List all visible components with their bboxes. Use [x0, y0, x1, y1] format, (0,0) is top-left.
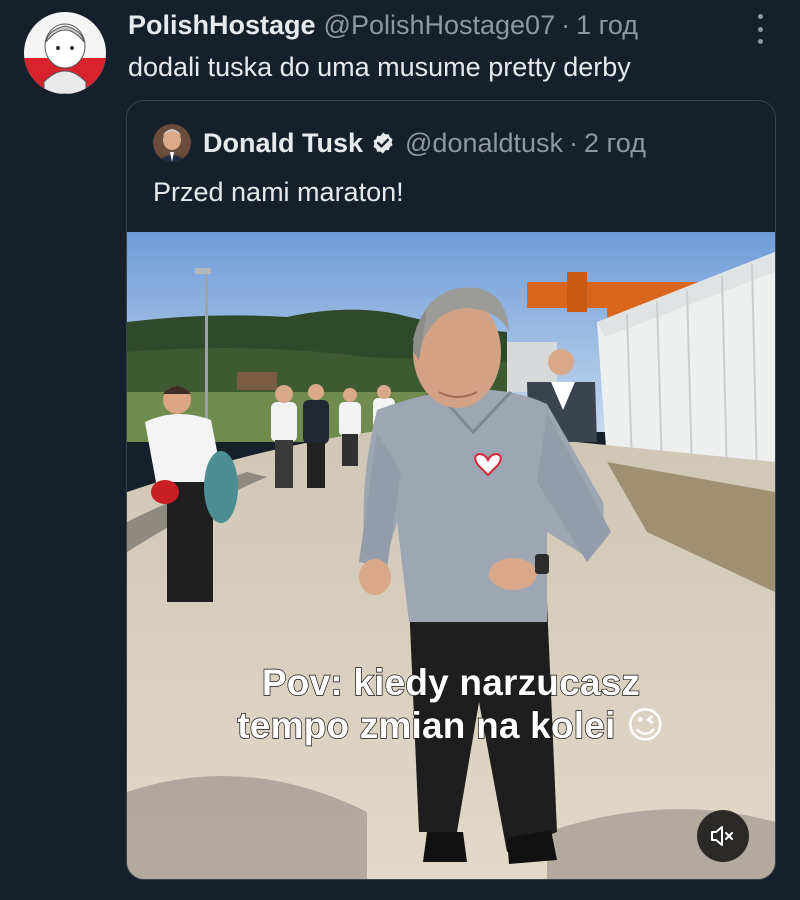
quoted-author-avatar-image: [153, 124, 191, 162]
author-avatar-image: [24, 12, 106, 94]
quoted-separator-dot: ·: [569, 127, 579, 158]
video-caption-line-1: Pov: kiedy narzucasz: [261, 661, 641, 703]
verified-badge-icon: [373, 132, 393, 154]
quoted-tweet-header: Donald Tusk @donaldtusk · 2 год: [153, 123, 646, 163]
author-handle[interactable]: @PolishHostage07: [324, 10, 556, 41]
mute-toggle-button[interactable]: [697, 810, 749, 862]
tweet-header: PolishHostage @PolishHostage07 · 1 год: [128, 10, 638, 44]
author-display-name[interactable]: PolishHostage: [128, 10, 316, 41]
tweet-timestamp[interactable]: 1 год: [576, 10, 638, 41]
video-frame: [127, 232, 775, 879]
quoted-author-display-name[interactable]: Donald Tusk: [203, 128, 363, 159]
quoted-tweet-card[interactable]: Donald Tusk @donaldtusk · 2 год Przed na…: [126, 100, 776, 880]
quoted-tweet-text: Przed nami maraton!: [153, 177, 404, 207]
speaker-muted-icon: [711, 826, 733, 846]
more-options-icon[interactable]: [748, 14, 772, 44]
separator-dot: ·: [561, 10, 571, 40]
tweet-text: dodali tuska do uma musume pretty derby: [128, 52, 631, 82]
quoted-author-avatar[interactable]: [153, 124, 191, 162]
quoted-tweet-timestamp[interactable]: 2 год: [584, 128, 646, 159]
video-caption-text: tempo zmian na kolei: [237, 704, 616, 746]
video-caption-line-2: tempo zmian na kolei 😉: [127, 704, 775, 747]
quoted-author-handle[interactable]: @donaldtusk: [405, 128, 563, 159]
video-player[interactable]: Pov: kiedy narzucasz tempo zmian na kole…: [127, 232, 775, 879]
author-avatar[interactable]: [24, 12, 106, 94]
tweet[interactable]: PolishHostage @PolishHostage07 · 1 год d…: [0, 0, 800, 900]
wink-emoji: 😉: [625, 705, 665, 746]
